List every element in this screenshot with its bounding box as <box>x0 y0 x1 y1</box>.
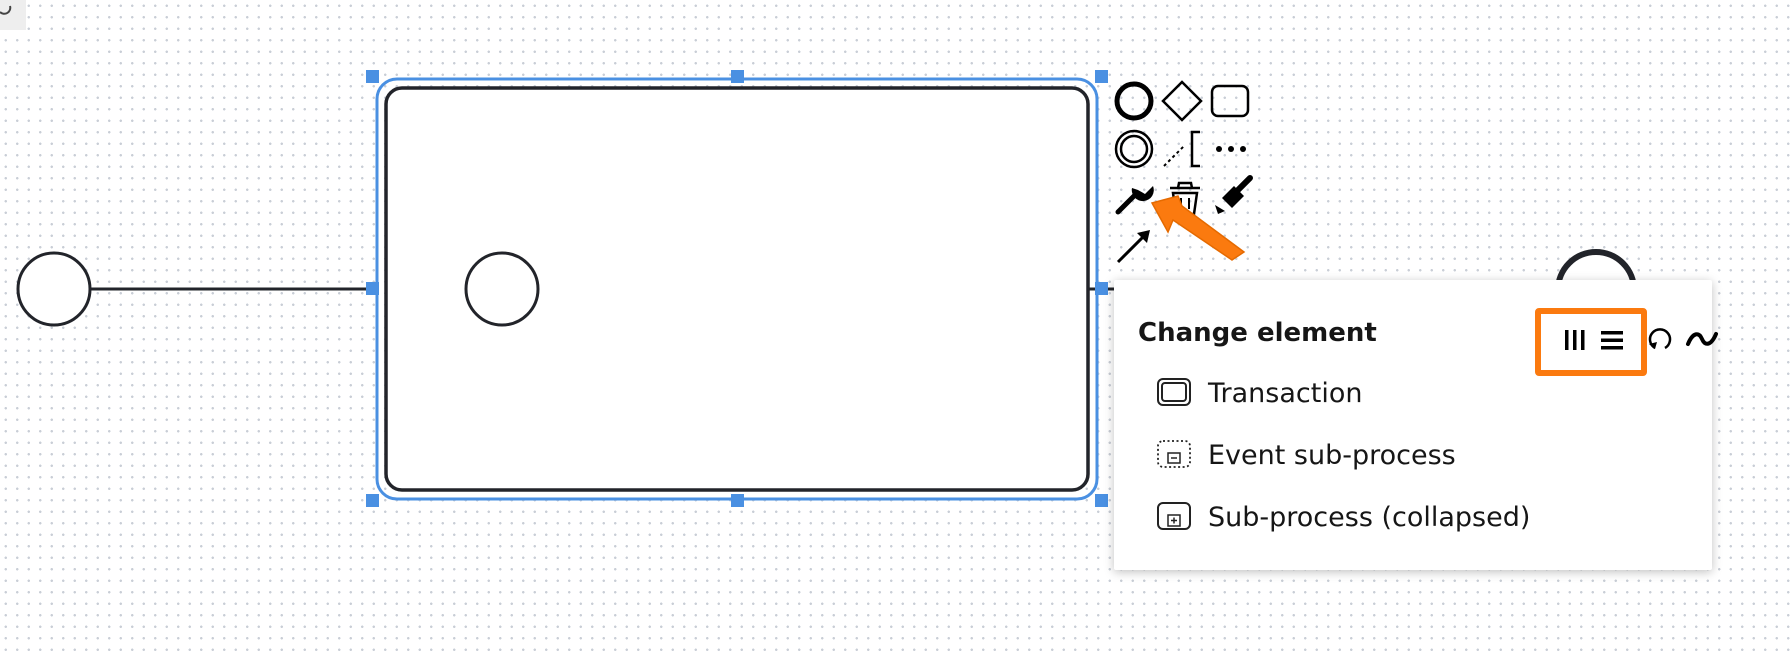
collapsed-subprocess-icon <box>1157 502 1191 530</box>
task-icon[interactable] <box>1210 84 1250 118</box>
loop-button[interactable] <box>1645 322 1675 358</box>
resize-handle-w <box>366 282 379 295</box>
context-pad <box>1114 80 1253 264</box>
sequential-multi-instance-button[interactable] <box>1597 322 1627 358</box>
wrench-icon[interactable] <box>1115 186 1154 215</box>
popup-header: Change element <box>1138 308 1718 376</box>
event-subprocess-icon <box>1157 440 1191 468</box>
connect-arrow-icon[interactable] <box>1116 230 1150 264</box>
resize-handle-nw <box>366 70 379 83</box>
entry-event-sub-process[interactable]: Event sub-process <box>1156 430 1676 480</box>
more-icon[interactable] <box>1216 146 1246 152</box>
inner-start-event[interactable] <box>464 251 540 327</box>
entry-label: Sub-process (collapsed) <box>1208 502 1531 533</box>
entry-sub-process-collapsed[interactable]: Sub-process (collapsed) <box>1156 492 1676 542</box>
resize-handle-se <box>1095 494 1108 507</box>
transaction-icon <box>1157 378 1191 406</box>
text-annotation-icon[interactable] <box>1163 130 1200 168</box>
resize-handle-s <box>731 494 744 507</box>
loop-icon <box>1648 328 1672 350</box>
resize-handle-n <box>731 70 744 83</box>
parallel-multi-instance-button[interactable] <box>1560 322 1590 358</box>
highlight-box <box>1535 308 1647 376</box>
intermediate-event-icon[interactable] <box>1114 129 1154 169</box>
sequential-multi-instance-icon <box>1601 331 1623 350</box>
resize-handle-ne <box>1095 70 1108 83</box>
paint-brush-icon[interactable] <box>1215 175 1253 214</box>
entry-label: Event sub-process <box>1208 440 1456 471</box>
resize-handle-e <box>1095 282 1108 295</box>
parallel-multi-instance-icon <box>1565 330 1585 350</box>
entry-label: Transaction <box>1208 378 1363 409</box>
change-element-popup: Change element Transaction Event sub-pro… <box>1114 280 1718 570</box>
resize-handle-sw <box>366 494 379 507</box>
popup-title: Change element <box>1138 318 1377 348</box>
end-event-icon[interactable] <box>1114 81 1154 121</box>
ad-hoc-icon <box>1686 332 1718 346</box>
start-event[interactable] <box>16 251 92 327</box>
ad-hoc-button[interactable] <box>1685 322 1718 358</box>
entry-transaction[interactable]: Transaction <box>1156 368 1676 418</box>
palette-corner[interactable] <box>0 0 26 30</box>
gateway-icon[interactable] <box>1161 80 1203 122</box>
